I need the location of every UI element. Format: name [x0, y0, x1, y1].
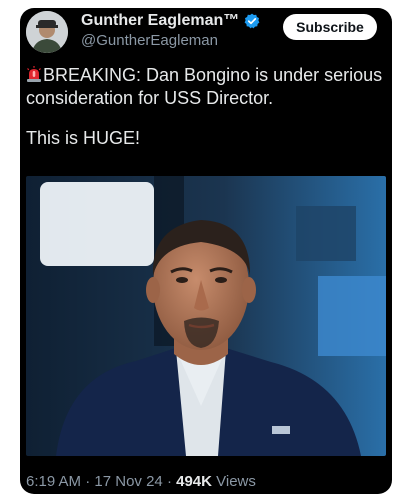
siren-icon [26, 66, 42, 83]
tweet-card: Gunther Eagleman™ @GuntherEagleman Subsc… [20, 8, 392, 494]
tweet-date[interactable]: 17 Nov 24 [94, 473, 162, 490]
author-display-name[interactable]: Gunther Eagleman™ [81, 12, 239, 30]
author-handle[interactable]: @GuntherEagleman [81, 32, 218, 49]
tweet-meta: 6:19 AM · 17 Nov 24 · 494K Views [26, 473, 256, 490]
tweet-photo[interactable] [26, 176, 386, 456]
tweet-text-line1: BREAKING: Dan Bongino is under serious c… [26, 65, 383, 108]
subscribe-button[interactable]: Subscribe [283, 14, 377, 40]
tweet-text-line2: This is HUGE! [26, 128, 141, 148]
meta-separator: · [81, 473, 95, 490]
tweet-time[interactable]: 6:19 AM [26, 473, 81, 490]
tweet-body: BREAKING: Dan Bongino is under serious c… [26, 64, 386, 150]
meta-separator: · [162, 473, 177, 490]
views-count: 494K [176, 473, 212, 490]
verified-badge-icon [244, 13, 260, 29]
views-label: Views [211, 473, 256, 490]
avatar[interactable] [26, 11, 68, 53]
